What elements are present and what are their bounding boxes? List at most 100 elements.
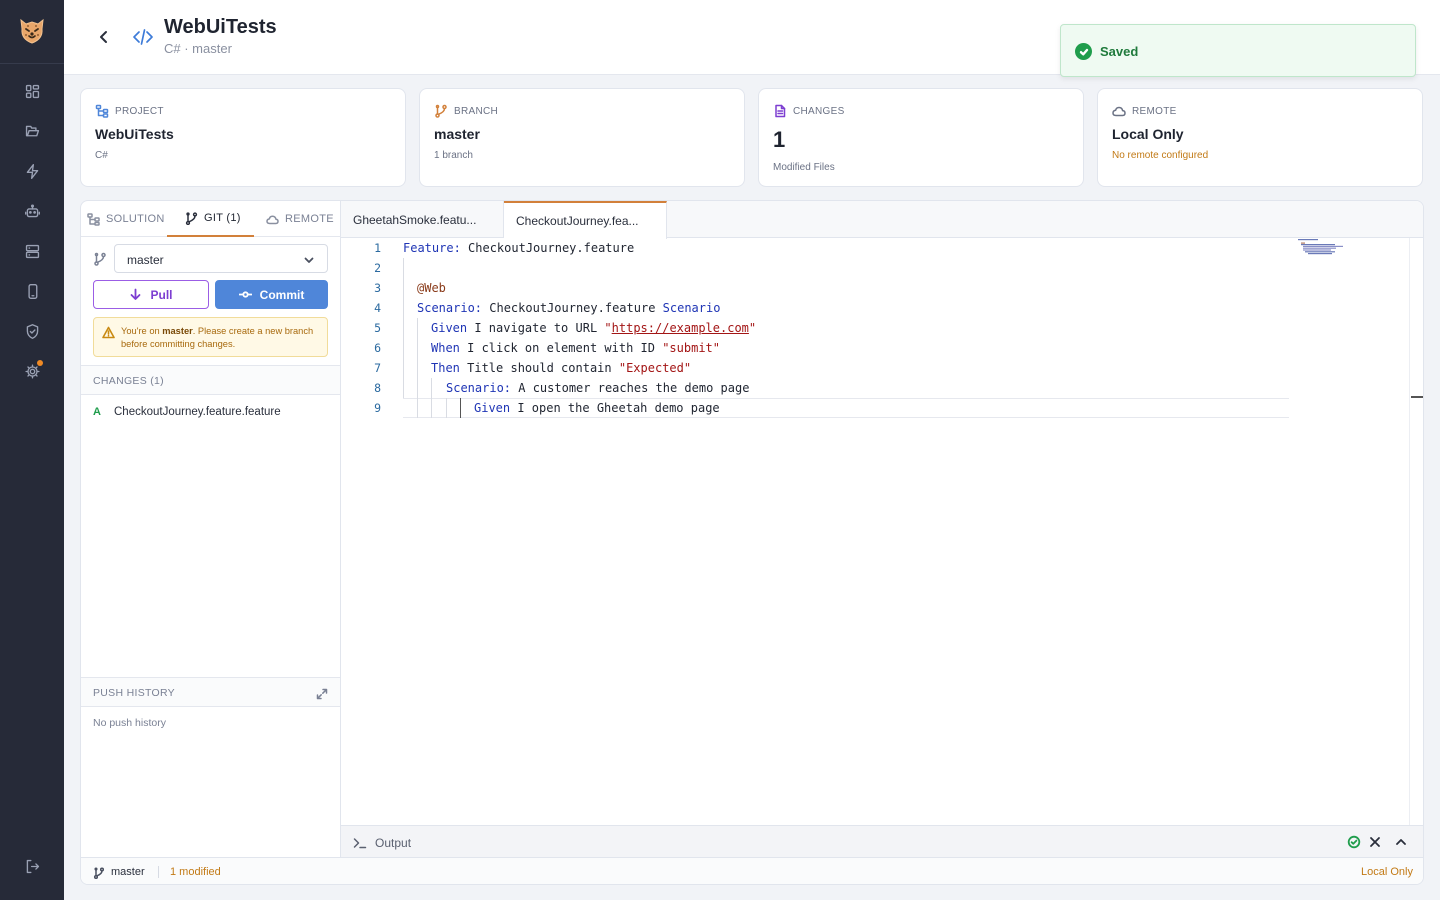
code-line: Scenario: CheckoutJourney.feature Scenar… (417, 301, 720, 315)
indent-guide (446, 398, 447, 418)
output-panel-bar[interactable]: Output (341, 825, 1423, 857)
line-number: 6 (374, 341, 381, 355)
code-line: Feature: CheckoutJourney.feature (403, 241, 634, 255)
branch-card-label-row: BRANCH (434, 104, 498, 118)
page-subtitle: C# · master (164, 41, 232, 56)
remote-card-label-row: REMOTE (1112, 104, 1177, 118)
pull-button-label: Pull (150, 287, 173, 302)
warning-triangle-icon (102, 326, 115, 339)
code-line: @Web (417, 281, 446, 295)
warning-text-branch: master (162, 326, 193, 336)
editor-tab-checkout-journey[interactable]: CheckoutJourney.fea... (504, 201, 667, 239)
cloud-icon (1112, 106, 1126, 117)
arrow-down-icon (131, 288, 141, 300)
notification-dot (37, 360, 43, 366)
server-icon[interactable] (22, 241, 42, 261)
tab-solution-label: SOLUTION (106, 213, 165, 225)
tab-remote[interactable]: REMOTE (266, 201, 341, 237)
branch-select[interactable]: master (114, 244, 328, 273)
toast-message: Saved (1100, 44, 1139, 59)
string-quote: " (604, 321, 612, 335)
check-circle-icon (1075, 43, 1092, 60)
expand-output-button[interactable] (1394, 835, 1408, 849)
git-branch-icon (93, 252, 107, 266)
expand-button[interactable] (316, 687, 328, 700)
line-number: 3 (374, 281, 381, 295)
git-branch-icon (435, 104, 447, 118)
branch-selector-row: master (93, 244, 329, 274)
dashboard-icon[interactable] (22, 81, 42, 101)
code-text: I open the Gheetah demo page (510, 401, 720, 415)
editor-tab-gheetah-smoke[interactable]: GheetahSmoke.featu... (341, 201, 504, 238)
back-button[interactable] (94, 27, 114, 47)
list-item[interactable]: A CheckoutJourney.feature.feature (93, 406, 329, 422)
settings-gear-icon[interactable] (22, 360, 43, 381)
tab-git[interactable]: GIT (1) (167, 201, 254, 237)
tag: @Web (417, 281, 446, 295)
output-label: Output (375, 836, 412, 850)
code-text: I navigate to URL (467, 321, 605, 335)
side-panel: SOLUTION GIT (1) REMOTE master Pull Comm… (81, 201, 341, 857)
pull-button[interactable]: Pull (93, 280, 209, 309)
push-history-header: PUSH HISTORY (81, 677, 340, 707)
code-area[interactable]: 1 2 3 4 5 6 7 8 9 Feature: CheckoutJourn… (341, 238, 1409, 825)
mobile-icon[interactable] (22, 281, 42, 301)
line-number: 9 (374, 401, 381, 415)
keyword: Scenario: (417, 301, 483, 315)
line-number: 8 (374, 381, 381, 395)
keyword: Scenario (662, 301, 721, 315)
string: "Expected" (618, 361, 692, 375)
changes-section-title: CHANGES (1) (93, 375, 164, 387)
logout-icon[interactable] (22, 856, 42, 876)
string-url[interactable]: https://example.com (612, 321, 749, 335)
cheetah-logo-icon[interactable] (16, 15, 48, 47)
push-history-empty: No push history (93, 717, 166, 729)
project-card-value: WebUiTests (95, 126, 174, 142)
changes-card-label: CHANGES (793, 105, 845, 117)
status-separator (158, 866, 159, 878)
commit-button[interactable]: Commit (215, 280, 328, 309)
keyword: Feature: (403, 241, 461, 255)
chevron-up-icon (1396, 839, 1406, 845)
remote-card-value: Local Only (1112, 126, 1184, 142)
indent-guide (417, 318, 418, 418)
git-branch-icon (93, 866, 105, 880)
editor-tabs: GheetahSmoke.featu... CheckoutJourney.fe… (341, 201, 1423, 239)
changes-card-label-row: CHANGES (773, 104, 845, 118)
code-brackets-icon (132, 27, 154, 47)
code-line: Given I open the Gheetah demo page (474, 401, 720, 415)
tab-solution[interactable]: SOLUTION (87, 201, 167, 237)
saved-toast: Saved (1060, 24, 1416, 77)
chevron-down-icon (304, 257, 314, 263)
minimap[interactable] (1298, 239, 1348, 259)
branch-card-value: master (434, 126, 480, 142)
string-quote: " (748, 321, 757, 335)
terminal-icon (353, 836, 367, 849)
line-number: 5 (374, 321, 381, 335)
changes-card-value: 1 (773, 127, 786, 152)
robot-icon[interactable] (22, 201, 42, 221)
status-bar: master 1 modified Local Only (81, 857, 1423, 884)
branch-card-label: BRANCH (454, 105, 499, 117)
branch-card-sub: 1 branch (434, 150, 473, 161)
commit-button-label: Commit (259, 287, 305, 302)
shield-check-icon[interactable] (22, 321, 42, 341)
folder-open-icon[interactable] (22, 121, 42, 141)
keyword: Scenario: (446, 381, 512, 395)
code-text: A customer reaches the demo page (511, 381, 750, 395)
code-line: When I click on element with ID "submit" (431, 341, 720, 355)
changes-section-header: CHANGES (1) (81, 365, 340, 395)
changes-card-sub: Modified Files (773, 162, 835, 173)
git-branch-icon (185, 211, 198, 225)
document-icon (775, 104, 786, 118)
keyword: Given (431, 321, 468, 335)
close-output-button[interactable] (1368, 835, 1382, 849)
master-branch-warning: You're on master. Please create a new br… (93, 317, 328, 357)
editor-scrollbar[interactable] (1409, 238, 1423, 825)
side-panel-tabs: SOLUTION GIT (1) REMOTE (81, 201, 341, 237)
status-branch[interactable]: master (111, 866, 145, 878)
lightning-icon[interactable] (22, 161, 42, 181)
tab-remote-label: REMOTE (285, 213, 334, 225)
close-icon (1370, 837, 1380, 847)
project-card-label: PROJECT (115, 105, 164, 117)
